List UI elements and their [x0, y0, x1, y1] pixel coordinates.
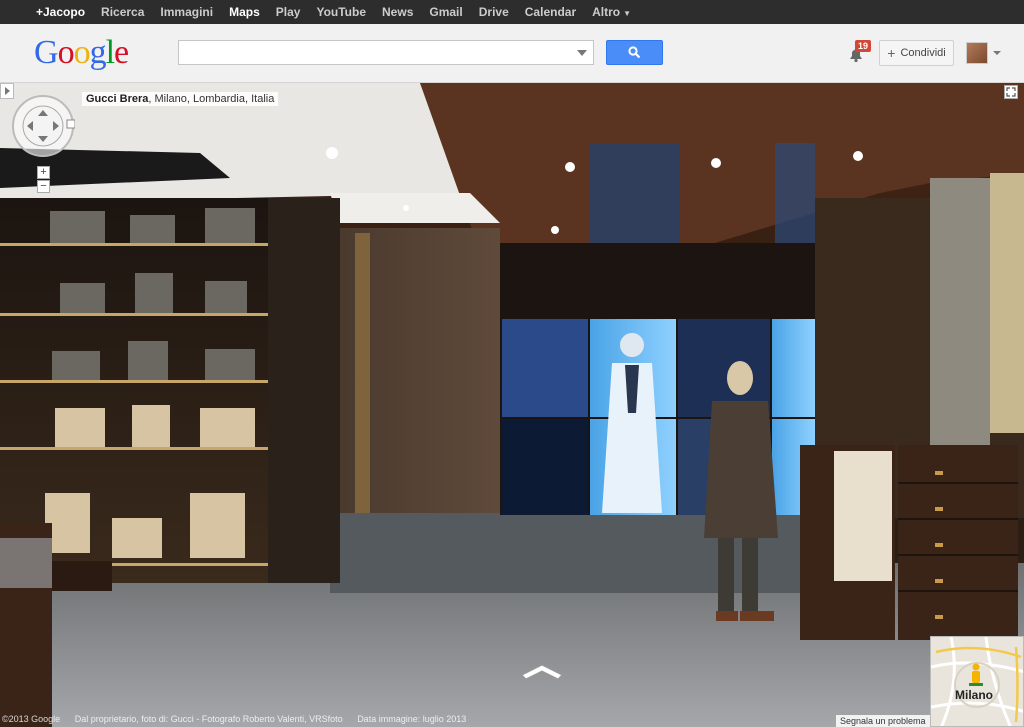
nav-gmail[interactable]: Gmail [429, 5, 462, 19]
minimap[interactable]: Milano [930, 636, 1024, 727]
pegman-icon[interactable] [969, 663, 983, 687]
navigation-arrow-icon[interactable] [520, 661, 564, 681]
nav-ricerca[interactable]: Ricerca [101, 5, 144, 19]
copyright-text: ©2013 Google [2, 714, 61, 724]
google-bar: +Jacopo Ricerca Immagini Maps Play YouTu… [0, 0, 1024, 24]
zoom-in-button[interactable]: + [37, 166, 50, 179]
share-label: Condividi [900, 47, 946, 59]
nav-news[interactable]: News [382, 5, 413, 19]
street-view-panorama[interactable]: Gucci Brera, Milano, Lombardia, Italia +… [0, 83, 1024, 727]
share-button[interactable]: + Condividi [879, 40, 954, 66]
account-chevron-icon[interactable] [993, 51, 1001, 55]
google-logo[interactable]: Google [34, 36, 129, 70]
place-name: Gucci Brera [86, 93, 149, 105]
header: Google 19 + Condividi [0, 24, 1024, 83]
user-link[interactable]: +Jacopo [36, 5, 85, 19]
nav-altro-label: Altro [592, 5, 621, 19]
search-input[interactable] [179, 41, 569, 64]
nav-maps[interactable]: Maps [229, 5, 260, 19]
nav-drive[interactable]: Drive [479, 5, 509, 19]
nav-immagini[interactable]: Immagini [160, 5, 213, 19]
search-button[interactable] [606, 40, 663, 65]
zoom-control: + − [37, 166, 50, 194]
nav-play[interactable]: Play [276, 5, 301, 19]
fullscreen-icon[interactable] [1004, 85, 1018, 99]
nav-altro[interactable]: Altro ▼ [592, 5, 631, 19]
avatar[interactable] [966, 42, 988, 64]
pan-control[interactable] [11, 94, 75, 158]
report-problem-link[interactable]: Segnala un problema [836, 715, 930, 727]
zoom-out-button[interactable]: − [37, 180, 50, 193]
nav-calendar[interactable]: Calendar [525, 5, 576, 19]
search-icon [628, 46, 641, 59]
plus-icon: + [887, 45, 896, 61]
search-box [178, 40, 594, 65]
panorama-image[interactable] [0, 83, 1024, 727]
image-date: Data immagine: luglio 2013 [357, 714, 467, 724]
chevron-down-icon: ▼ [623, 9, 632, 18]
search-dropdown-icon[interactable] [577, 50, 587, 56]
location-label: Gucci Brera, Milano, Lombardia, Italia [82, 92, 279, 106]
notification-badge[interactable]: 19 [855, 40, 872, 52]
attribution: ©2013 Google Dal proprietario, foto di: … [2, 714, 478, 724]
minimap-city-label: Milano [955, 688, 993, 702]
photo-credit: Dal proprietario, foto di: Gucci - Fotog… [74, 714, 343, 724]
place-address: , Milano, Lombardia, Italia [148, 93, 275, 105]
nav-youtube[interactable]: YouTube [316, 5, 366, 19]
